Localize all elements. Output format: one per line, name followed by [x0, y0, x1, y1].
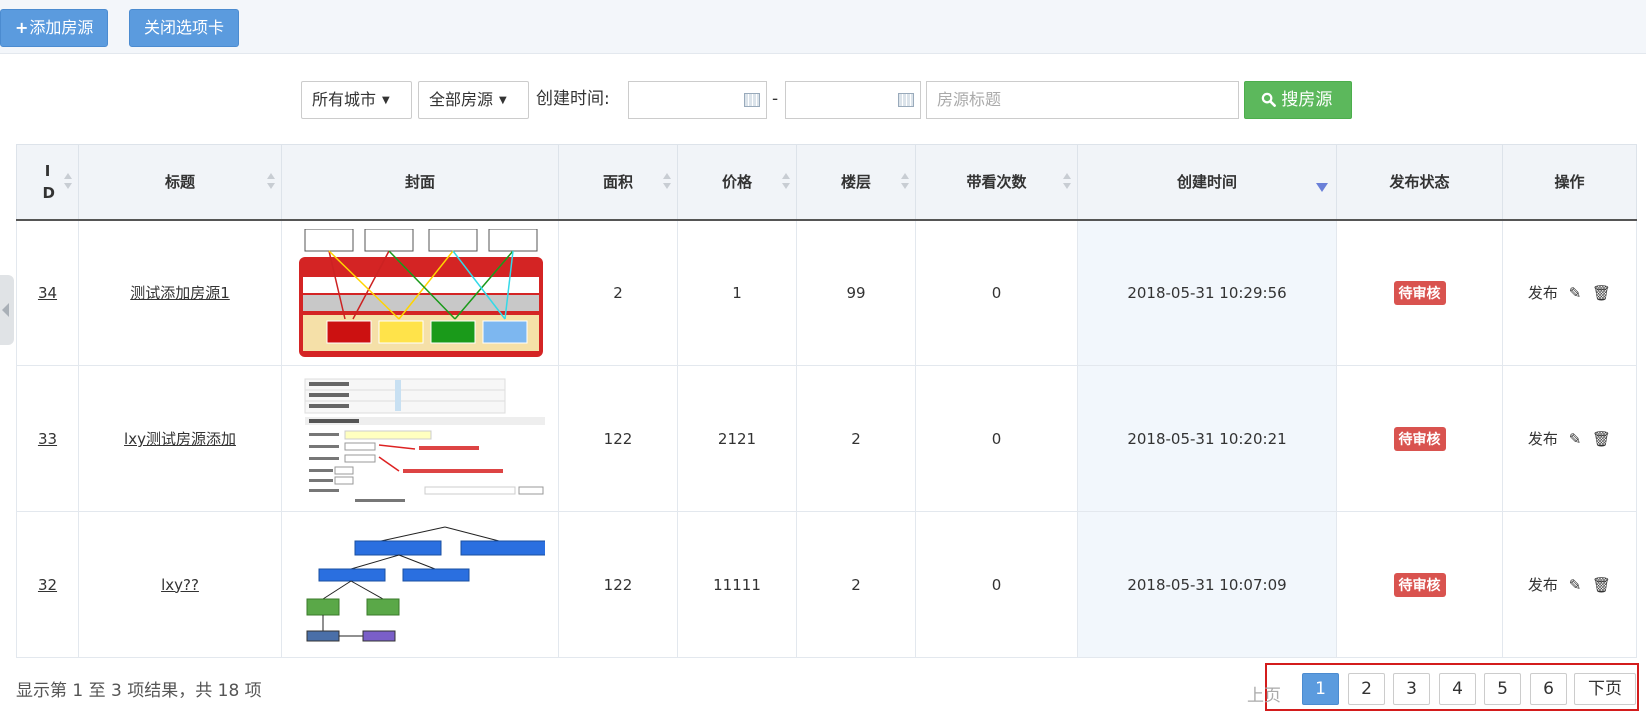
status-badge: 待审核: [1393, 572, 1446, 597]
row-views: 0: [915, 219, 1078, 366]
table-row: 33 lxy测试房源添加 122 2121 2 0 2018-05-31 10:…: [16, 365, 1637, 512]
next-page-button[interactable]: 下页: [1574, 673, 1636, 705]
created-time-label: 创建时间:: [536, 89, 610, 109]
col-price[interactable]: 价格: [677, 144, 797, 221]
col-views-label: 带看次数: [966, 173, 1027, 192]
top-toolbar: +添加房源 关闭选项卡: [0, 0, 1646, 54]
title-search-input[interactable]: 房源标题: [926, 81, 1239, 119]
row-title-link[interactable]: lxy测试房源添加: [124, 430, 236, 448]
table-row: 32 lxy?? 122 11111 2 0 2018-05-31 10:07:…: [16, 511, 1637, 658]
row-area: 2: [558, 219, 678, 366]
sort-icon: [901, 173, 909, 191]
page-button-1[interactable]: 1: [1302, 673, 1339, 705]
col-cover: 封面: [281, 144, 559, 221]
col-views[interactable]: 带看次数: [915, 144, 1078, 221]
col-ops: 操作: [1502, 144, 1637, 221]
row-views: 0: [915, 365, 1078, 512]
row-floor: 2: [796, 365, 916, 512]
search-button-label: 搜房源: [1281, 90, 1333, 110]
source-select-value: 全部房源: [429, 90, 494, 109]
col-created[interactable]: 创建时间: [1077, 144, 1337, 221]
collapse-sidebar-handle[interactable]: [0, 275, 14, 345]
edit-icon[interactable]: ✎: [1569, 430, 1582, 448]
trash-icon[interactable]: 🗑: [1592, 284, 1611, 302]
row-created: 2018-05-31 10:20:21: [1077, 365, 1337, 512]
caret-down-icon: ▼: [382, 95, 390, 106]
publish-link[interactable]: 发布: [1528, 430, 1558, 448]
cover-image: [295, 521, 545, 649]
col-created-label: 创建时间: [1176, 173, 1237, 192]
close-tab-button[interactable]: 关闭选项卡: [129, 9, 240, 47]
row-title-link[interactable]: lxy??: [161, 576, 199, 594]
col-id-label: ID: [42, 161, 55, 202]
sort-icon: [267, 173, 275, 191]
row-floor: 99: [796, 219, 916, 366]
status-badge: 待审核: [1393, 426, 1446, 451]
trash-icon[interactable]: 🗑: [1592, 576, 1611, 594]
calendar-icon[interactable]: [744, 93, 760, 107]
col-status-label: 发布状态: [1389, 173, 1450, 192]
page-button-4[interactable]: 4: [1439, 673, 1476, 705]
trash-icon[interactable]: 🗑: [1592, 430, 1611, 448]
row-title-link[interactable]: 测试添加房源1: [130, 284, 230, 302]
row-id-link[interactable]: 32: [38, 576, 57, 594]
row-id-link[interactable]: 33: [38, 430, 57, 448]
results-info: 显示第 1 至 3 项结果，共 18 项: [16, 681, 262, 701]
col-title-label: 标题: [164, 173, 195, 192]
date-separator: -: [772, 89, 779, 109]
row-price: 1: [677, 219, 797, 366]
plus-icon: +: [15, 18, 29, 37]
page-button-3[interactable]: 3: [1393, 673, 1430, 705]
row-created: 2018-05-31 10:29:56: [1077, 219, 1337, 366]
search-button[interactable]: 搜房源: [1244, 81, 1352, 119]
row-floor: 2: [796, 511, 916, 658]
row-created: 2018-05-31 10:07:09: [1077, 511, 1337, 658]
status-badge: 待审核: [1393, 280, 1446, 305]
publish-link[interactable]: 发布: [1528, 576, 1558, 594]
col-area[interactable]: 面积: [558, 144, 678, 221]
edit-icon[interactable]: ✎: [1569, 576, 1582, 594]
col-floor-label: 楼层: [840, 173, 871, 192]
publish-link[interactable]: 发布: [1528, 284, 1558, 302]
col-price-label: 价格: [721, 173, 752, 192]
page-button-6[interactable]: 6: [1530, 673, 1567, 705]
col-ops-label: 操作: [1554, 173, 1585, 192]
add-listing-label: 添加房源: [29, 18, 94, 37]
listings-table: ID 标题 封面 面积 价格 楼层 带看次数 创建时间 发布状态 操作 34 测…: [16, 144, 1637, 658]
cover-image: [295, 375, 545, 503]
prev-page-button[interactable]: 上页: [1247, 681, 1281, 706]
table-row: 34 测试添加房源1 2 1 99 0 2018-05-31 10:29:56 …: [16, 219, 1637, 366]
source-select[interactable]: 全部房源 ▼: [418, 81, 529, 119]
page-button-2[interactable]: 2: [1348, 673, 1385, 705]
city-select[interactable]: 所有城市 ▼: [301, 81, 412, 119]
end-date-input[interactable]: [785, 81, 921, 119]
col-cover-label: 封面: [404, 173, 435, 192]
add-listing-button[interactable]: +添加房源: [0, 9, 109, 47]
col-title[interactable]: 标题: [78, 144, 282, 221]
col-area-label: 面积: [602, 173, 633, 192]
row-area: 122: [558, 511, 678, 658]
calendar-icon[interactable]: [898, 93, 914, 107]
sort-icon: [64, 173, 72, 191]
city-select-value: 所有城市: [312, 90, 377, 109]
start-date-input[interactable]: [628, 81, 767, 119]
row-id-link[interactable]: 34: [38, 284, 57, 302]
sort-icon: [1063, 173, 1071, 191]
col-id[interactable]: ID: [16, 144, 79, 221]
sort-desc-icon: [1316, 183, 1328, 192]
cover-image: [295, 228, 545, 357]
row-price: 2121: [677, 365, 797, 512]
col-floor[interactable]: 楼层: [796, 144, 916, 221]
col-status: 发布状态: [1336, 144, 1503, 221]
row-price: 11111: [677, 511, 797, 658]
page-button-5[interactable]: 5: [1484, 673, 1521, 705]
sort-icon: [663, 173, 671, 191]
search-icon: [1261, 92, 1276, 107]
row-area: 122: [558, 365, 678, 512]
edit-icon[interactable]: ✎: [1569, 284, 1582, 302]
caret-down-icon: ▼: [499, 95, 507, 106]
sort-icon: [782, 173, 790, 191]
row-views: 0: [915, 511, 1078, 658]
